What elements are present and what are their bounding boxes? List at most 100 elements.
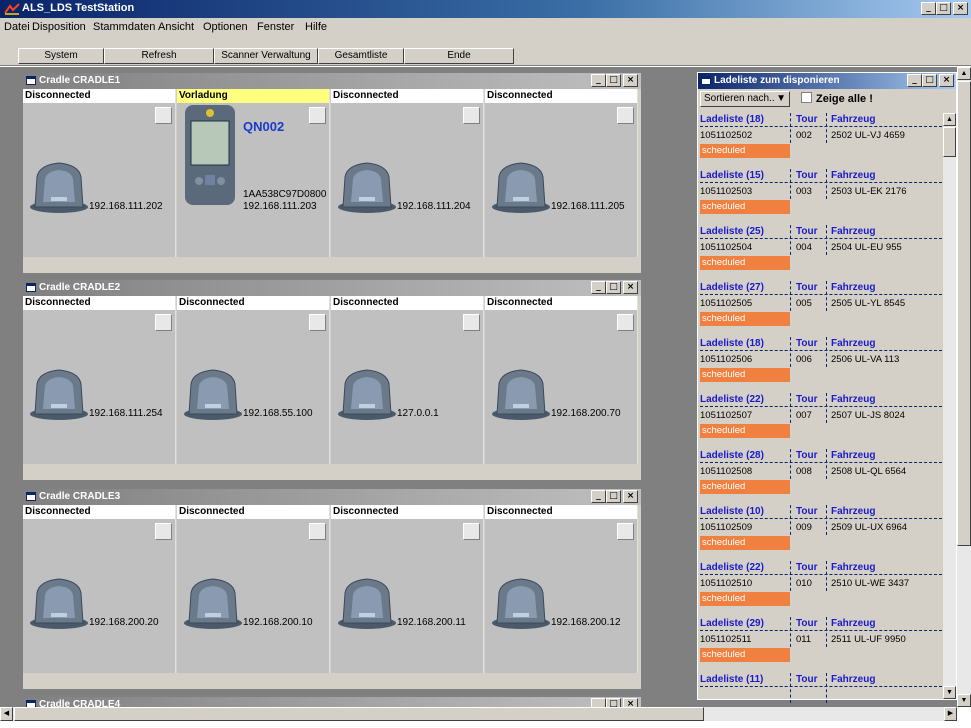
ladeliste-entry[interactable]: Ladeliste (22) Tour Fahrzeug 1051102510 … — [700, 561, 942, 616]
slot-checkbox[interactable] — [155, 523, 172, 540]
ladeliste-window: Ladeliste zum disponieren _ □ × Sortiere… — [697, 72, 957, 703]
close-button[interactable]: × — [623, 490, 638, 503]
col-tour: Tour — [796, 170, 818, 181]
entry-id: 1051102507 — [700, 410, 753, 421]
menu-ansicht[interactable]: Ansicht — [158, 21, 194, 33]
menu-fenster[interactable]: Fenster — [257, 21, 294, 33]
close-button[interactable]: × — [623, 74, 638, 87]
sort-dropdown[interactable]: Sortieren nach.. ▼ — [700, 91, 790, 107]
ladeliste-entry[interactable]: Ladeliste (29) Tour Fahrzeug 1051102511 … — [700, 617, 942, 672]
slot-checkbox[interactable] — [463, 107, 480, 124]
slot-checkbox[interactable] — [617, 107, 634, 124]
main-horizontal-scrollbar[interactable]: ◀ ▶ — [0, 707, 957, 721]
refresh-button[interactable]: Refresh — [104, 48, 214, 64]
entry-row — [700, 689, 942, 703]
minimize-button[interactable]: _ — [591, 281, 606, 294]
menu-stammdaten[interactable]: Stammdaten — [93, 21, 155, 33]
minimize-button[interactable]: _ — [591, 490, 606, 503]
window-icon — [26, 283, 36, 292]
slot-status: Disconnected — [331, 505, 483, 519]
entry-fahrzeug: 2506 UL-VA 113 — [831, 354, 900, 365]
entry-header: Ladeliste (28) Tour Fahrzeug — [700, 449, 942, 463]
close-button[interactable]: × — [939, 74, 954, 87]
maximize-button[interactable]: □ — [606, 74, 621, 87]
slot-status: Disconnected — [485, 89, 637, 103]
entry-tour: 003 — [796, 186, 812, 197]
ladeliste-entry[interactable]: Ladeliste (22) Tour Fahrzeug 1051102507 … — [700, 393, 942, 448]
entry-id: 1051102504 — [700, 242, 753, 253]
slot-checkbox[interactable] — [155, 107, 172, 124]
ladeliste-titlebar[interactable]: Ladeliste zum disponieren _ □ × — [698, 73, 956, 89]
slot-ip: 192.168.111.254 — [89, 408, 163, 419]
maximize-button[interactable]: □ — [606, 490, 621, 503]
system-button[interactable]: System — [18, 48, 104, 64]
entry-tour: 005 — [796, 298, 812, 309]
scroll-thumb[interactable] — [14, 707, 704, 721]
slot-checkbox[interactable] — [155, 314, 172, 331]
scanner-verwaltung-button[interactable]: Scanner Verwaltung — [214, 48, 318, 64]
maximize-button[interactable]: □ — [606, 281, 621, 294]
entry-row: 1051102502 002 2502 UL-VJ 4659 — [700, 129, 942, 143]
entry-header: Ladeliste (22) Tour Fahrzeug — [700, 561, 942, 575]
menu-disposition[interactable]: Disposition — [32, 21, 86, 33]
ladeliste-entry[interactable]: Ladeliste (18) Tour Fahrzeug 1051102506 … — [700, 337, 942, 392]
slot-checkbox[interactable] — [463, 523, 480, 540]
main-vertical-scrollbar[interactable]: ▲ ▼ — [957, 67, 971, 707]
slot-checkbox[interactable] — [309, 107, 326, 124]
slot-ip: 192.168.55.100 — [243, 408, 313, 419]
scroll-thumb[interactable] — [943, 127, 956, 157]
col-tour: Tour — [796, 506, 818, 517]
entry-row: 1051102510 010 2510 UL-WE 3437 — [700, 577, 942, 591]
entry-name: Ladeliste (27) — [700, 282, 764, 293]
ladeliste-entry[interactable]: Ladeliste (27) Tour Fahrzeug 1051102505 … — [700, 281, 942, 336]
entry-row: 1051102509 009 2509 UL-UX 6964 — [700, 521, 942, 535]
menu-hilfe[interactable]: Hilfe — [305, 21, 327, 33]
slot-checkbox[interactable] — [617, 314, 634, 331]
col-fahrzeug: Fahrzeug — [831, 226, 876, 237]
ladeliste-entry[interactable]: Ladeliste (18) Tour Fahrzeug 1051102502 … — [700, 113, 942, 168]
ladeliste-entry[interactable]: Ladeliste (28) Tour Fahrzeug 1051102508 … — [700, 449, 942, 504]
maximize-button[interactable]: □ — [936, 2, 951, 15]
entry-fahrzeug: 2507 UL-JS 8024 — [831, 410, 905, 421]
minimize-button[interactable]: _ — [907, 74, 922, 87]
cradle-titlebar[interactable]: Cradle CRADLE3 _ □ × — [23, 489, 641, 505]
status-badge: scheduled — [700, 592, 790, 606]
scroll-up-icon[interactable]: ▲ — [957, 67, 971, 80]
scroll-thumb[interactable] — [957, 81, 971, 546]
ladeliste-entry[interactable]: Ladeliste (10) Tour Fahrzeug 1051102509 … — [700, 505, 942, 560]
scroll-down-icon[interactable]: ▼ — [943, 686, 956, 699]
slot-ip: 192.168.200.12 — [551, 617, 621, 628]
scroll-left-icon[interactable]: ◀ — [0, 707, 13, 721]
minimize-button[interactable]: _ — [921, 2, 936, 15]
ladeliste-scrollbar[interactable]: ▲ ▼ — [943, 113, 956, 699]
gesamtliste-button[interactable]: Gesamtliste — [318, 48, 404, 64]
scroll-right-icon[interactable]: ▶ — [944, 707, 957, 721]
scroll-up-icon[interactable]: ▲ — [943, 113, 956, 126]
show-all-checkbox[interactable]: Zeige alle ! — [801, 92, 873, 105]
ende-button[interactable]: Ende — [404, 48, 514, 64]
entry-name: Ladeliste (22) — [700, 394, 764, 405]
app-titlebar: ALS_LDS TestStation _ □ × — [0, 0, 971, 18]
cradle-titlebar[interactable]: Cradle CRADLE2 _ □ × — [23, 280, 641, 296]
entry-header: Ladeliste (25) Tour Fahrzeug — [700, 225, 942, 239]
scroll-down-icon[interactable]: ▼ — [957, 694, 971, 707]
close-button[interactable]: × — [623, 281, 638, 294]
entry-fahrzeug: 2503 UL-EK 2176 — [831, 186, 907, 197]
entry-name: Ladeliste (25) — [700, 226, 764, 237]
cradle-titlebar[interactable]: Cradle CRADLE1 _ □ × — [23, 73, 641, 89]
minimize-button[interactable]: _ — [591, 74, 606, 87]
ladeliste-entry[interactable]: Ladeliste (25) Tour Fahrzeug 1051102504 … — [700, 225, 942, 280]
menu-datei[interactable]: Datei — [4, 21, 30, 33]
maximize-button[interactable]: □ — [922, 74, 937, 87]
slot-checkbox[interactable] — [617, 523, 634, 540]
cradle-title: Cradle CRADLE2 — [39, 282, 121, 293]
slot-checkbox[interactable] — [309, 523, 326, 540]
ladeliste-entry[interactable]: Ladeliste (15) Tour Fahrzeug 1051102503 … — [700, 169, 942, 224]
checkbox-box[interactable] — [801, 92, 812, 103]
entry-name: Ladeliste (10) — [700, 506, 764, 517]
menu-optionen[interactable]: Optionen — [203, 21, 248, 33]
close-button[interactable]: × — [953, 2, 968, 15]
slot-checkbox[interactable] — [309, 314, 326, 331]
slot-checkbox[interactable] — [463, 314, 480, 331]
entry-id: 1051102511 — [700, 634, 752, 645]
